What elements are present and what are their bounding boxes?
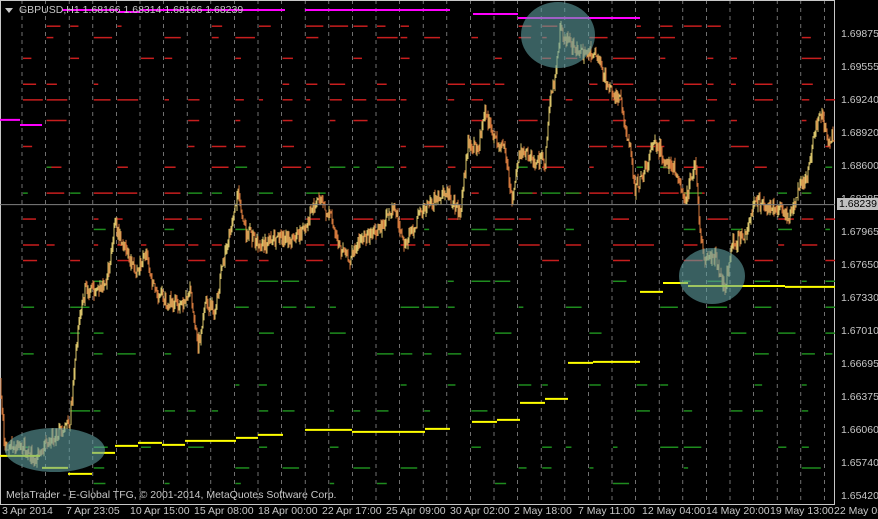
current-price-label: 1.68239	[837, 197, 878, 210]
time-tick-label: 30 Apr 02:00	[450, 505, 510, 517]
time-tick-label: 19 May 13:00	[770, 505, 834, 517]
price-tick-label: 1.69555	[841, 61, 878, 74]
copyright-text: MetaTrader - E-Global TFG, © 2001-2014, …	[6, 489, 337, 501]
price-tick-label: 1.65740	[841, 456, 878, 469]
time-tick-label: 2 May 18:00	[514, 505, 572, 517]
price-tick-label: 1.68920	[841, 127, 878, 140]
time-tick-label: 25 Apr 09:00	[386, 505, 446, 517]
price-chart[interactable]: GBPUSD,H1 1.68166 1.68314 1.68166 1.6823…	[0, 0, 847, 505]
time-tick-label: 22 Apr 17:00	[322, 505, 382, 517]
price-axis[interactable]: 1.69875 1.69555 1.69240 1.68920 1.68600 1.682…	[835, 0, 878, 519]
highlight-ellipse	[521, 2, 595, 68]
time-tick-label: 7 Apr 23:05	[66, 505, 120, 517]
time-tick-label: 10 Apr 15:00	[130, 505, 190, 517]
chart-title-text: GBPUSD,H1 1.68166 1.68314 1.68166 1.6823…	[19, 4, 244, 16]
price-tick-label: 1.68600	[841, 160, 878, 173]
price-tick-label: 1.65420	[841, 489, 878, 502]
highlight-ellipse	[679, 248, 745, 304]
price-tick-label: 1.69875	[841, 28, 878, 40]
time-tick-label: 12 May 04:00	[642, 505, 706, 517]
price-tick-label: 1.67650	[841, 258, 878, 271]
time-tick-label: 22 May 05	[834, 505, 878, 517]
time-tick-label: 3 Apr 2014	[2, 505, 53, 517]
time-tick-label: 18 Apr 00:00	[258, 505, 318, 517]
chart-canvas[interactable]	[0, 0, 847, 505]
price-tick-label: 1.67010	[841, 325, 878, 338]
price-tick-label: 1.67965	[841, 226, 878, 239]
price-tick-label: 1.66060	[841, 423, 878, 436]
highlight-ellipse	[5, 428, 105, 472]
time-axis[interactable]: 3 Apr 2014 7 Apr 23:05 10 Apr 15:00 15 Apr …	[0, 505, 878, 519]
price-tick-label: 1.66375	[841, 390, 878, 403]
time-tick-label: 7 May 11:00	[578, 505, 636, 517]
price-tick-label: 1.69240	[841, 93, 878, 106]
collapse-triangle-icon[interactable]	[5, 7, 13, 13]
chart-title: GBPUSD,H1 1.68166 1.68314 1.68166 1.6823…	[5, 4, 243, 16]
time-tick-label: 15 Apr 08:00	[194, 505, 254, 517]
price-tick-label: 1.67330	[841, 291, 878, 304]
price-tick-label: 1.66695	[841, 357, 878, 370]
time-tick-label: 14 May 20:00	[706, 505, 770, 517]
